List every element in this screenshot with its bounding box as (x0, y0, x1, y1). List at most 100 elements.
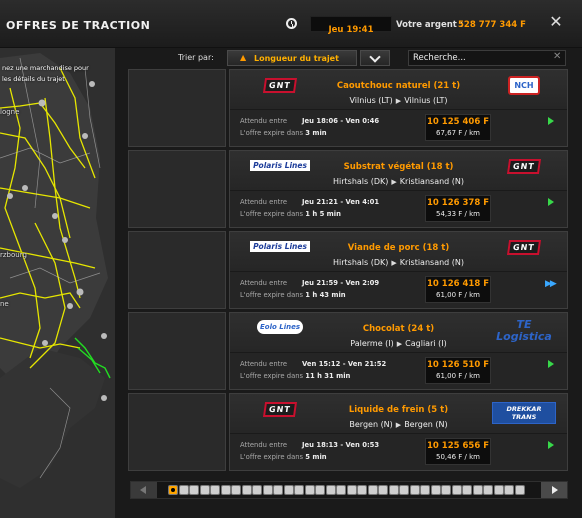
offer-card[interactable]: Polaris Lines Viande de porc (18 t) Hirt… (229, 231, 568, 309)
prev-page-button[interactable] (131, 482, 157, 498)
delivery-window: Jeu 21:59 - Ven 2:09 (302, 279, 380, 287)
page-dot[interactable] (451, 485, 462, 495)
page-dot[interactable] (210, 485, 220, 495)
route-from: Palerme (I) (350, 339, 394, 348)
page-dot[interactable] (294, 485, 304, 495)
route-from: Hirtshals (DK) (332, 258, 389, 267)
route-to: Cagliari (I) (405, 339, 447, 348)
page-dot[interactable] (273, 485, 283, 495)
map-hint-line1: nez une marchandise pour (2, 64, 89, 72)
expire-label: L'offre expire dans 5 min (240, 453, 327, 461)
waited-label: Attendu entre (240, 117, 288, 125)
route-arrow-icon: ▶ (395, 421, 402, 429)
page-dot[interactable] (472, 485, 483, 495)
select-arrow-icon[interactable] (548, 117, 554, 125)
expire-label: L'offre expire dans 11 h 31 min (240, 372, 351, 380)
page-dot[interactable] (378, 485, 388, 495)
map-roads (0, 48, 115, 518)
truck-thumbnail (128, 312, 226, 390)
page-dot[interactable] (231, 485, 241, 495)
double-arrow-icon[interactable]: ▶▶ (545, 279, 557, 289)
expire-label: L'offre expire dans 3 min (240, 129, 327, 137)
page-dot[interactable] (430, 485, 441, 495)
offer-header: Polaris Lines Viande de porc (18 t) Hirt… (230, 232, 567, 272)
offer-card[interactable]: Eolo Lines Chocolat (24 t) Palerme (I) ▶ C… (229, 312, 568, 390)
page-dot[interactable] (262, 485, 273, 495)
clear-search-icon[interactable]: ✕ (553, 51, 561, 62)
route-map[interactable]: nez une marchandise pour les détails du … (0, 48, 115, 518)
offer-row[interactable]: Eolo Lines Chocolat (24 t) Palerme (I) ▶ C… (128, 312, 568, 390)
offer-header: Polaris Lines Substrat végétal (18 t) Hi… (230, 151, 567, 191)
page-dot[interactable] (514, 485, 525, 495)
page-dot[interactable] (241, 485, 252, 495)
page-dot[interactable] (283, 485, 294, 495)
map-place-label: logne (0, 108, 20, 116)
page-dot[interactable] (420, 485, 430, 495)
page-dot[interactable] (178, 485, 189, 495)
offer-row[interactable]: GNT Caoutchouc naturel (21 t) Vilnius (L… (128, 69, 568, 147)
route-to: Kristiansand (N) (399, 258, 465, 267)
sort-dropdown[interactable]: ▲ Longueur du trajet (227, 50, 357, 66)
page-dot[interactable] (388, 485, 399, 495)
select-arrow-icon[interactable] (548, 198, 554, 206)
page-dot[interactable] (504, 485, 514, 495)
price-box: 10 125 406 F 67,67 F / km (425, 114, 491, 141)
map-place-label: ne (0, 300, 9, 308)
waited-label: Attendu entre (240, 441, 288, 449)
page-dot[interactable] (357, 485, 367, 495)
offer-card[interactable]: GNT Liquide de frein (5 t) Bergen (N) ▶ Be… (229, 393, 568, 471)
truck-thumbnail (128, 69, 226, 147)
price-per-km: 54,33 F / km (436, 210, 480, 218)
page-dot[interactable] (462, 485, 472, 495)
sort-label: Trier par: (178, 53, 214, 62)
offer-price: 10 126 418 F (427, 279, 489, 289)
search-input[interactable] (408, 50, 566, 66)
offer-row[interactable]: Polaris Lines Viande de porc (18 t) Hirt… (128, 231, 568, 309)
page-dot[interactable] (336, 485, 346, 495)
company-logo-destination: DREKKAR TRANS (492, 398, 556, 424)
route-to: Kristiansand (N) (399, 177, 465, 186)
page-dot[interactable] (483, 485, 493, 495)
route-to: Bergen (N) (404, 420, 448, 429)
price-per-km: 61,00 F / km (436, 372, 480, 380)
select-arrow-icon[interactable] (548, 360, 554, 368)
route-from: Bergen (N) (349, 420, 393, 429)
offer-card[interactable]: Polaris Lines Substrat végétal (18 t) Hi… (229, 150, 568, 228)
offer-card[interactable]: GNT Caoutchouc naturel (21 t) Vilnius (L… (229, 69, 568, 147)
page-dot[interactable] (304, 485, 315, 495)
page-dot[interactable] (220, 485, 231, 495)
sort-order-toggle[interactable] (360, 50, 390, 66)
page-dot[interactable] (409, 485, 420, 495)
page-dot[interactable] (325, 485, 336, 495)
company-logo-destination: TE Logistica (496, 318, 552, 343)
next-page-button[interactable] (541, 482, 567, 498)
expire-label: L'offre expire dans 1 h 5 min (240, 210, 341, 218)
page-dot[interactable] (189, 485, 199, 495)
expire-value: 5 min (305, 453, 327, 461)
page-dot[interactable] (399, 485, 409, 495)
map-hint-line2: les détails du trajet (2, 75, 65, 83)
offer-row[interactable]: Polaris Lines Substrat végétal (18 t) Hi… (128, 150, 568, 228)
page-dot[interactable] (367, 485, 378, 495)
page-dot[interactable] (493, 485, 504, 495)
page-dot[interactable] (168, 485, 178, 495)
page-dot[interactable] (315, 485, 325, 495)
filter-bar: Trier par: ▲ Longueur du trajet ✕ (128, 50, 568, 66)
expire-value: 11 h 31 min (305, 372, 351, 380)
offer-price: 10 126 378 F (427, 198, 489, 208)
offer-row[interactable]: GNT Liquide de frein (5 t) Bergen (N) ▶ Be… (128, 393, 568, 471)
select-arrow-icon[interactable] (548, 441, 554, 449)
company-logo-destination: GNT (492, 236, 556, 262)
route-arrow-icon: ▶ (391, 259, 397, 267)
page-dot[interactable] (346, 485, 357, 495)
page-dot[interactable] (252, 485, 262, 495)
page-dot[interactable] (441, 485, 451, 495)
chevron-down-icon (369, 51, 381, 63)
money-label: Votre argent : (396, 20, 464, 30)
page-dot[interactable] (199, 485, 210, 495)
close-icon[interactable]: ✕ (548, 14, 564, 30)
route-to: Vilnius (LT) (404, 96, 448, 105)
price-box: 10 125 656 F 50,46 F / km (425, 438, 491, 465)
sort-up-arrow-icon: ▲ (240, 53, 247, 62)
truck-thumbnail (128, 393, 226, 471)
